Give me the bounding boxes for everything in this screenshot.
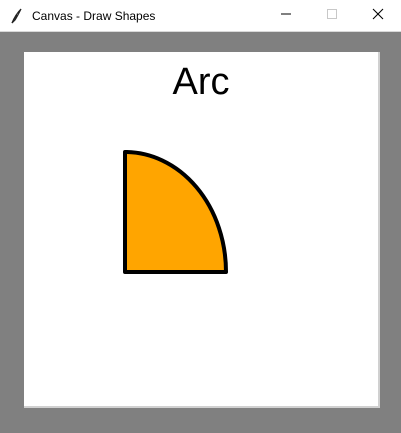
maximize-button[interactable] [309,0,355,32]
minimize-icon [280,7,292,25]
window-title: Canvas - Draw Shapes [32,9,156,23]
feather-icon [9,8,23,24]
minimize-button[interactable] [263,0,309,32]
app-window: Canvas - Draw Shapes Arc [0,0,401,433]
close-button[interactable] [355,0,401,32]
maximize-icon [326,7,338,25]
close-icon [372,7,384,25]
window-content: Arc [0,32,401,433]
title-bar[interactable]: Canvas - Draw Shapes [0,0,401,32]
arc-shape [123,150,228,274]
canvas-drawing [123,150,228,274]
drawing-canvas[interactable]: Arc [24,52,380,408]
